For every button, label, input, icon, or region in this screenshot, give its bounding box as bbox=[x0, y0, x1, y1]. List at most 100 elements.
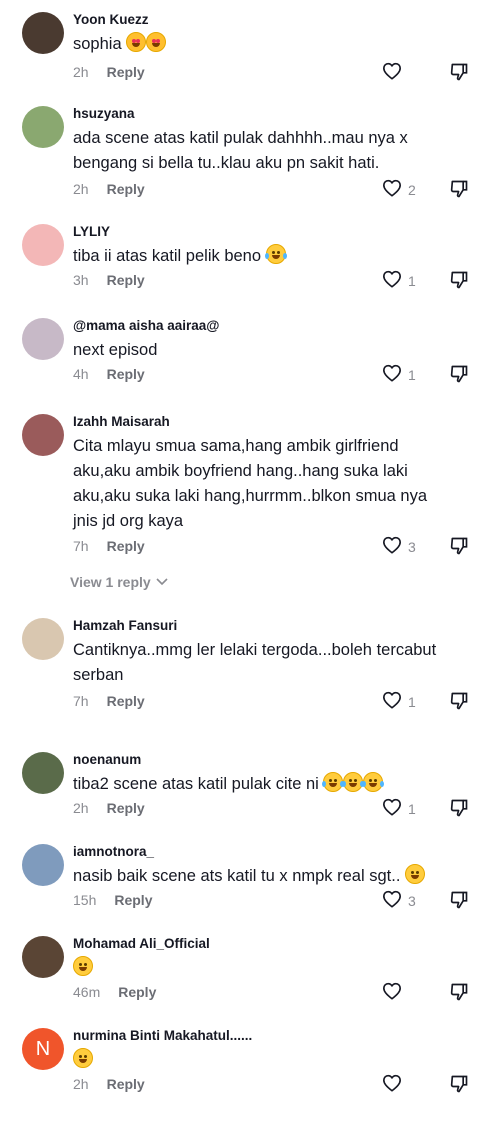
comment-time: 4h bbox=[73, 366, 89, 382]
reply-button[interactable]: Reply bbox=[107, 538, 145, 554]
like-button[interactable]: 3 bbox=[382, 536, 416, 557]
like-button[interactable]: 3 bbox=[382, 890, 416, 911]
like-button[interactable] bbox=[382, 62, 408, 83]
comment-text: Cantiknya..mmg ler lelaki tergoda...bole… bbox=[73, 641, 437, 684]
heart-icon bbox=[382, 798, 402, 819]
username[interactable]: Hamzah Fansuri bbox=[73, 618, 177, 633]
dislike-button[interactable] bbox=[449, 798, 469, 823]
dislike-button[interactable] bbox=[449, 890, 469, 915]
avatar[interactable] bbox=[22, 414, 64, 456]
like-button[interactable]: 1 bbox=[382, 364, 416, 385]
grinning-face-with-sweat-emoji bbox=[405, 864, 425, 884]
chevron-down-icon bbox=[155, 574, 169, 590]
like-button[interactable]: 1 bbox=[382, 798, 416, 819]
reply-button[interactable]: Reply bbox=[107, 181, 145, 197]
comment-text: tiba2 scene atas katil pulak cite ni bbox=[73, 772, 453, 797]
dislike-button[interactable] bbox=[449, 270, 469, 295]
dislike-button[interactable] bbox=[449, 536, 469, 561]
avatar[interactable] bbox=[22, 844, 64, 886]
thumbs-down-icon bbox=[449, 1075, 469, 1098]
like-count: 3 bbox=[408, 538, 416, 555]
comment-time: 2h bbox=[73, 1076, 89, 1092]
like-count: 2 bbox=[408, 181, 416, 198]
avatar[interactable] bbox=[22, 12, 64, 54]
avatar[interactable] bbox=[22, 618, 64, 660]
comment-text bbox=[73, 956, 453, 981]
username[interactable]: Yoon Kuezz bbox=[73, 12, 149, 27]
heart-icon bbox=[382, 691, 402, 712]
tears-of-joy-emoji bbox=[322, 772, 345, 792]
thumbs-down-icon bbox=[449, 799, 469, 822]
thumbs-down-icon bbox=[449, 692, 469, 715]
avatar[interactable] bbox=[22, 752, 64, 794]
like-count: 3 bbox=[408, 892, 416, 909]
username[interactable]: Mohamad Ali_Official bbox=[73, 936, 210, 951]
dislike-button[interactable] bbox=[449, 62, 469, 87]
avatar[interactable]: N bbox=[22, 1028, 64, 1070]
comment-meta: 4h Reply bbox=[73, 366, 145, 382]
tears-of-joy-emoji bbox=[264, 244, 287, 264]
like-button[interactable]: 1 bbox=[382, 691, 416, 712]
reply-button[interactable]: Reply bbox=[107, 1076, 145, 1092]
username[interactable]: @mama aisha aairaa@ bbox=[73, 318, 219, 333]
like-count: 1 bbox=[408, 272, 416, 289]
smiling-face-with-hearts-emoji bbox=[146, 32, 167, 52]
heart-icon bbox=[382, 270, 402, 291]
view-replies-button[interactable]: View 1 reply bbox=[70, 574, 169, 590]
thumbs-down-icon bbox=[449, 983, 469, 1006]
reply-button[interactable]: Reply bbox=[107, 366, 145, 382]
tears-of-joy-emoji bbox=[362, 772, 385, 792]
like-count: 1 bbox=[408, 800, 416, 817]
comment-time: 3h bbox=[73, 272, 89, 288]
comment-text: tiba ii atas katil pelik beno bbox=[73, 244, 453, 269]
like-button[interactable]: 2 bbox=[382, 179, 416, 200]
thumbs-down-icon bbox=[449, 537, 469, 560]
thumbs-down-icon bbox=[449, 63, 469, 86]
reply-button[interactable]: Reply bbox=[107, 693, 145, 709]
dislike-button[interactable] bbox=[449, 1074, 469, 1099]
comment-text: Cita mlayu smua sama,hang ambik girlfrie… bbox=[73, 437, 428, 530]
comment-text: next episod bbox=[73, 341, 158, 359]
comment-time: 2h bbox=[73, 800, 89, 816]
reply-button[interactable]: Reply bbox=[114, 892, 152, 908]
avatar[interactable] bbox=[22, 318, 64, 360]
reply-button[interactable]: Reply bbox=[107, 272, 145, 288]
comment-meta: 3h Reply bbox=[73, 272, 145, 288]
comment-time: 2h bbox=[73, 64, 89, 80]
comment-time: 46m bbox=[73, 984, 101, 1000]
reply-button[interactable]: Reply bbox=[107, 800, 145, 816]
comment-meta: 2h Reply bbox=[73, 181, 145, 197]
dislike-button[interactable] bbox=[449, 982, 469, 1007]
like-button[interactable]: 1 bbox=[382, 270, 416, 291]
username[interactable]: Izahh Maisarah bbox=[73, 414, 170, 429]
comment-time: 7h bbox=[73, 693, 89, 709]
comment-time: 7h bbox=[73, 538, 89, 554]
heart-icon bbox=[382, 536, 402, 557]
like-button[interactable] bbox=[382, 982, 408, 1003]
avatar[interactable] bbox=[22, 106, 64, 148]
reply-button[interactable]: Reply bbox=[107, 64, 145, 80]
dislike-button[interactable] bbox=[449, 179, 469, 204]
heart-icon bbox=[382, 982, 402, 1003]
heart-icon bbox=[382, 179, 402, 200]
thumbs-down-icon bbox=[449, 180, 469, 203]
comment-meta: 46m Reply bbox=[73, 984, 156, 1000]
heart-icon bbox=[382, 364, 402, 385]
dislike-button[interactable] bbox=[449, 691, 469, 716]
avatar[interactable] bbox=[22, 224, 64, 266]
like-button[interactable] bbox=[382, 1074, 408, 1095]
username[interactable]: iamnotnora_ bbox=[73, 844, 154, 859]
username[interactable]: hsuzyana bbox=[73, 106, 135, 121]
username[interactable]: nurmina Binti Makahatul...... bbox=[73, 1028, 252, 1043]
avatar[interactable] bbox=[22, 936, 64, 978]
comment-meta: 7h Reply bbox=[73, 693, 145, 709]
comment-time: 15h bbox=[73, 892, 97, 908]
dislike-button[interactable] bbox=[449, 364, 469, 389]
comment-meta: 7h Reply bbox=[73, 538, 145, 554]
username[interactable]: noenanum bbox=[73, 752, 141, 767]
username[interactable]: LYLIY bbox=[73, 224, 110, 239]
smiling-face-with-hearts-emoji bbox=[126, 32, 147, 52]
reply-button[interactable]: Reply bbox=[118, 984, 156, 1000]
comment-meta: 2h Reply bbox=[73, 800, 145, 816]
like-count: 1 bbox=[408, 693, 416, 710]
